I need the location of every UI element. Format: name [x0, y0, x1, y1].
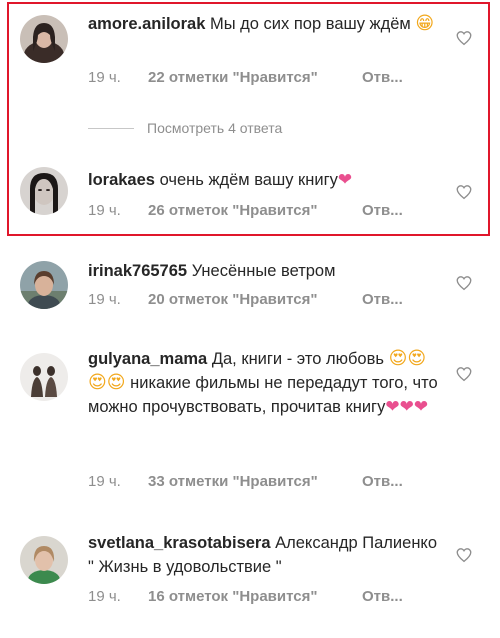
heart-outline-icon[interactable]	[455, 274, 473, 292]
heart-emoji-icon: ❤❤❤	[385, 397, 429, 417]
comment-time: 19 ч.	[88, 588, 121, 605]
comment-text: svetlana_krasotabisera Александр Палиенк…	[88, 531, 440, 579]
likes-count-link[interactable]: 16 отметок "Нравится"	[148, 588, 362, 605]
heart-outline-icon[interactable]	[455, 546, 473, 564]
comment-time: 19 ч.	[88, 69, 121, 86]
comment-text: irinak765765 Унесённые ветром	[88, 259, 440, 283]
likes-count-link[interactable]: 33 отметки "Нравится"	[148, 473, 362, 490]
view-replies-label: Посмотреть 4 ответа	[147, 120, 283, 136]
reply-button[interactable]: Отв...	[362, 473, 403, 490]
comment-body-part1: Да, книги - это любовь	[211, 350, 384, 368]
comment-text: amore.anilorak Мы до сих пор вашу ждём 😁	[88, 12, 440, 36]
comment-body: Унесённые ветром	[191, 262, 336, 280]
likes-count-link[interactable]: 20 отметок "Нравится"	[148, 291, 362, 308]
comment-text: gulyana_mama Да, книги - это любовь 😍😍😍😍…	[88, 347, 440, 419]
comment-meta: 19 ч. 26 отметок "Нравится" Отв...	[88, 202, 403, 219]
avatar[interactable]	[20, 167, 68, 215]
comment-username[interactable]: amore.anilorak	[88, 15, 205, 33]
comment-meta: 19 ч. 33 отметки "Нравится" Отв...	[88, 473, 403, 490]
heart-outline-icon[interactable]	[455, 183, 473, 201]
comment-body: Мы до сих пор вашу ждём	[209, 15, 411, 33]
comment-username[interactable]: lorakaes	[88, 171, 155, 189]
reply-button[interactable]: Отв...	[362, 69, 403, 86]
avatar[interactable]	[20, 536, 68, 584]
grinning-emoji-icon: 😁	[415, 13, 435, 34]
comment-meta: 19 ч. 22 отметки "Нравится" Отв...	[88, 69, 403, 86]
heart-outline-icon[interactable]	[455, 365, 473, 383]
comment-time: 19 ч.	[88, 202, 121, 219]
comment-username[interactable]: irinak765765	[88, 262, 187, 280]
comment-text: lorakaes очень ждём вашу книгу❤	[88, 168, 440, 192]
comment-username[interactable]: gulyana_mama	[88, 350, 207, 368]
reply-button[interactable]: Отв...	[362, 291, 403, 308]
avatar[interactable]	[20, 261, 68, 309]
heart-outline-icon[interactable]	[455, 29, 473, 47]
view-replies-button[interactable]: Посмотреть 4 ответа	[88, 119, 282, 137]
comment-body: очень ждём вашу книгу	[159, 171, 338, 189]
likes-count-link[interactable]: 22 отметки "Нравится"	[148, 69, 362, 86]
likes-count-link[interactable]: 26 отметок "Нравится"	[148, 202, 362, 219]
reply-button[interactable]: Отв...	[362, 202, 403, 219]
comment-meta: 19 ч. 20 отметок "Нравится" Отв...	[88, 291, 403, 308]
comment-time: 19 ч.	[88, 291, 121, 308]
comment-time: 19 ч.	[88, 473, 121, 490]
heart-emoji-icon: ❤	[337, 170, 353, 190]
replies-divider	[88, 127, 134, 129]
reply-button[interactable]: Отв...	[362, 588, 403, 605]
avatar[interactable]	[20, 353, 68, 401]
avatar[interactable]	[20, 15, 68, 63]
comment-meta: 19 ч. 16 отметок "Нравится" Отв...	[88, 588, 403, 605]
comment-username[interactable]: svetlana_krasotabisera	[88, 534, 271, 552]
